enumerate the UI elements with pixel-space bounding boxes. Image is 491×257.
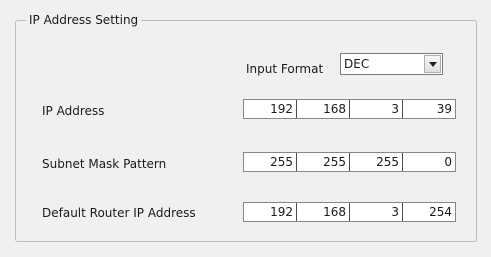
dropdown-button[interactable] [424, 55, 441, 73]
router-octet-2[interactable]: 168 [297, 203, 350, 221]
default-router-field[interactable]: 192 168 3 254 [243, 202, 456, 222]
input-format-value: DEC [344, 57, 370, 71]
subnet-octet-2[interactable]: 255 [297, 153, 350, 171]
input-format-label: Input Format [246, 62, 324, 76]
ip-octet-4[interactable]: 39 [403, 100, 455, 118]
router-octet-1[interactable]: 192 [244, 203, 297, 221]
ip-address-field[interactable]: 192 168 3 39 [243, 99, 456, 119]
default-router-label: Default Router IP Address [42, 206, 196, 220]
router-octet-4[interactable]: 254 [403, 203, 455, 221]
group-title: IP Address Setting [26, 13, 142, 27]
ip-address-label: IP Address [42, 104, 105, 118]
router-octet-3[interactable]: 3 [350, 203, 403, 221]
subnet-octet-4[interactable]: 0 [403, 153, 455, 171]
subnet-mask-field[interactable]: 255 255 255 0 [243, 152, 456, 172]
subnet-octet-1[interactable]: 255 [244, 153, 297, 171]
input-format-dropdown[interactable]: DEC [340, 53, 443, 75]
ip-octet-3[interactable]: 3 [350, 100, 403, 118]
chevron-down-icon [428, 61, 437, 67]
subnet-mask-label: Subnet Mask Pattern [42, 157, 167, 171]
subnet-octet-3[interactable]: 255 [350, 153, 403, 171]
ip-octet-2[interactable]: 168 [297, 100, 350, 118]
ip-octet-1[interactable]: 192 [244, 100, 297, 118]
